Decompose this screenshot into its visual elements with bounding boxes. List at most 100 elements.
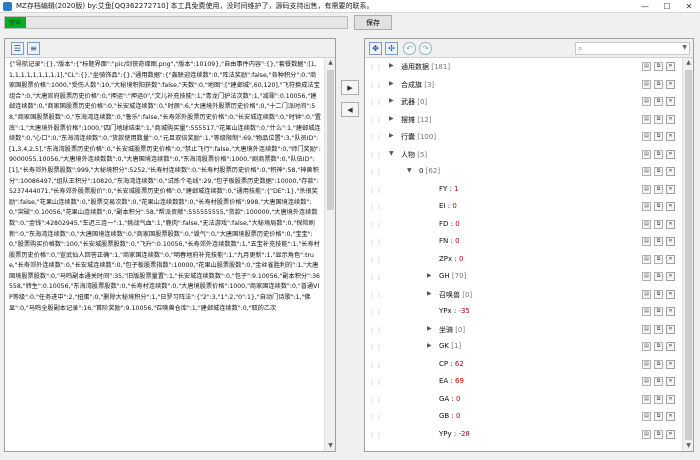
tree-node-key[interactable]: 武器 [0] (401, 97, 427, 107)
search-options-chevron-icon[interactable]: ▼ (682, 44, 687, 51)
expand-icon[interactable]: ✥ (369, 42, 382, 55)
delete-icon[interactable]: ✕ (666, 254, 675, 264)
delete-icon[interactable]: ✕ (666, 377, 675, 386)
tree-row[interactable]: ⋮⋮ ZPx : 0 ▤ ⧉ ✕ (365, 254, 677, 267)
expand-chevron-icon[interactable]: ▶ (427, 325, 432, 332)
delete-icon[interactable]: ✕ (666, 359, 675, 369)
delete-icon[interactable]: ✕ (666, 184, 675, 194)
duplicate-icon[interactable]: ⧉ (654, 254, 663, 264)
tree-row[interactable]: ⋮⋮ GB : 0 ▤ ⧉ ✕ (365, 411, 677, 424)
tree-node-key[interactable]: ZPx : 0 (439, 255, 463, 263)
drag-handle-icon[interactable]: ⋮⋮ (369, 204, 383, 211)
duplicate-icon[interactable]: ⧉ (654, 412, 663, 421)
tree-node-key[interactable]: 0 [62] (419, 167, 440, 175)
tree-node-key[interactable]: FD : 0 (439, 220, 460, 228)
delete-icon[interactable]: ✕ (666, 202, 675, 211)
duplicate-icon[interactable]: ⧉ (654, 307, 663, 316)
drag-handle-icon[interactable]: ⋮⋮ (369, 362, 383, 369)
tree-row[interactable]: ⋮⋮ ▶ 合成旗 [3] ▤ ⧉ ✕ (365, 79, 677, 92)
right-scrollbar-thumb[interactable] (685, 70, 692, 440)
type-icon[interactable]: ▤ (642, 324, 651, 334)
undo-icon[interactable]: ↶ (403, 42, 416, 55)
duplicate-icon[interactable]: ⧉ (654, 97, 663, 106)
node-value[interactable]: 1 (454, 185, 458, 193)
tree-node-key[interactable]: 行囊 [100] (401, 132, 436, 142)
tree-row[interactable]: ⋮⋮ FY : 1 ▤ ⧉ ✕ (365, 184, 677, 197)
type-icon[interactable]: ▤ (642, 359, 651, 369)
tree-row[interactable]: ⋮⋮ ▶ 坐骑 [0] ▤ ⧉ ✕ (365, 324, 677, 337)
drag-handle-icon[interactable]: ⋮⋮ (369, 64, 383, 71)
node-value[interactable]: 0 (455, 237, 459, 245)
tree-row[interactable]: ⋮⋮ ▶ 行囊 [100] ▤ ⧉ ✕ (365, 131, 677, 144)
tree-row[interactable]: ⋮⋮ EA : 69 ▤ ⧉ ✕ (365, 376, 677, 389)
delete-icon[interactable]: ✕ (666, 167, 675, 176)
tree-row[interactable]: ⋮⋮ CP : 62 ▤ ⧉ ✕ (365, 359, 677, 372)
node-value[interactable]: 0 (452, 202, 456, 210)
scroll-up-arrow-icon[interactable]: ▲ (325, 58, 336, 68)
delete-icon[interactable]: ✕ (666, 149, 675, 159)
type-icon[interactable]: ▤ (642, 237, 651, 246)
duplicate-icon[interactable]: ⧉ (654, 342, 663, 351)
drag-handle-icon[interactable]: ⋮⋮ (369, 327, 383, 334)
duplicate-icon[interactable]: ⧉ (654, 324, 663, 334)
tree-node-key[interactable]: 人物 [5] (401, 150, 427, 160)
drag-handle-icon[interactable]: ⋮⋮ (369, 187, 383, 194)
duplicate-icon[interactable]: ⧉ (654, 114, 663, 124)
copy-to-left-button[interactable]: ◀ (341, 102, 359, 117)
drag-handle-icon[interactable]: ⋮⋮ (369, 432, 383, 439)
delete-icon[interactable]: ✕ (666, 219, 675, 229)
expand-chevron-icon[interactable]: ▶ (389, 115, 394, 122)
tree-node-key[interactable]: YPy : -28 (439, 430, 470, 438)
tree-node-key[interactable]: 通用数据 [181] (401, 62, 450, 72)
drag-handle-icon[interactable]: ⋮⋮ (369, 169, 383, 176)
tree-node-key[interactable]: GK [1] (439, 342, 461, 350)
tree-node-key[interactable]: 摆摊 [12] (401, 115, 432, 125)
collapse-chevron-icon[interactable]: ▼ (407, 167, 412, 174)
drag-handle-icon[interactable]: ⋮⋮ (369, 397, 383, 404)
drag-handle-icon[interactable]: ⋮⋮ (369, 292, 383, 299)
drag-handle-icon[interactable]: ⋮⋮ (369, 239, 383, 246)
duplicate-icon[interactable]: ⧉ (654, 202, 663, 211)
drag-handle-icon[interactable]: ⋮⋮ (369, 309, 383, 316)
delete-icon[interactable]: ✕ (666, 289, 675, 299)
json-text-area[interactable]: {"导航记录":{},"版本":{"标题界面":"pic/剑侠奇缘图.png",… (7, 59, 323, 449)
duplicate-icon[interactable]: ⧉ (654, 289, 663, 299)
duplicate-icon[interactable]: ⧉ (654, 62, 663, 71)
duplicate-icon[interactable]: ⧉ (654, 237, 663, 246)
type-icon[interactable]: ▤ (642, 377, 651, 386)
duplicate-icon[interactable]: ⧉ (654, 149, 663, 159)
type-icon[interactable]: ▤ (642, 167, 651, 176)
node-value[interactable]: -28 (458, 430, 469, 438)
delete-icon[interactable]: ✕ (666, 394, 675, 404)
expand-chevron-icon[interactable]: ▶ (389, 97, 394, 104)
delete-icon[interactable]: ✕ (666, 132, 675, 141)
tree-row[interactable]: ⋮⋮ ▼ 0 [62] ▤ ⧉ ✕ (365, 166, 677, 179)
tree-row[interactable]: ⋮⋮ FN : 0 ▤ ⧉ ✕ (365, 236, 677, 249)
node-value[interactable]: 0 (459, 255, 463, 263)
delete-icon[interactable]: ✕ (666, 307, 675, 316)
delete-icon[interactable]: ✕ (666, 324, 675, 334)
expand-chevron-icon[interactable]: ▶ (427, 290, 432, 297)
tree-row[interactable]: ⋮⋮ ▼ 人物 [5] ▤ ⧉ ✕ (365, 149, 677, 162)
tree-row[interactable]: ⋮⋮ YPy : -28 ▤ ⧉ ✕ (365, 429, 677, 442)
tree-node-key[interactable]: EA : 69 (439, 377, 464, 385)
maximize-button[interactable]: ☐ (656, 0, 678, 13)
node-value[interactable]: 0 (456, 395, 460, 403)
type-icon[interactable]: ▤ (642, 429, 651, 439)
tree-node-key[interactable]: EI : 0 (439, 202, 457, 210)
tree-node-key[interactable]: GB : 0 (439, 412, 461, 420)
delete-icon[interactable]: ✕ (666, 429, 675, 439)
drag-handle-icon[interactable]: ⋮⋮ (369, 344, 383, 351)
delete-icon[interactable]: ✕ (666, 272, 675, 281)
delete-icon[interactable]: ✕ (666, 114, 675, 124)
expand-all-icon[interactable]: ☰ (11, 42, 24, 55)
list-icon[interactable]: ≡ (27, 42, 40, 55)
expand-chevron-icon[interactable]: ▶ (389, 80, 394, 87)
delete-icon[interactable]: ✕ (666, 412, 675, 421)
type-icon[interactable]: ▤ (642, 62, 651, 71)
drag-handle-icon[interactable]: ⋮⋮ (369, 414, 383, 421)
type-icon[interactable]: ▤ (642, 412, 651, 421)
duplicate-icon[interactable]: ⧉ (654, 272, 663, 281)
redo-icon[interactable]: ↷ (419, 42, 432, 55)
tree-node-key[interactable]: GH [70] (439, 272, 466, 280)
